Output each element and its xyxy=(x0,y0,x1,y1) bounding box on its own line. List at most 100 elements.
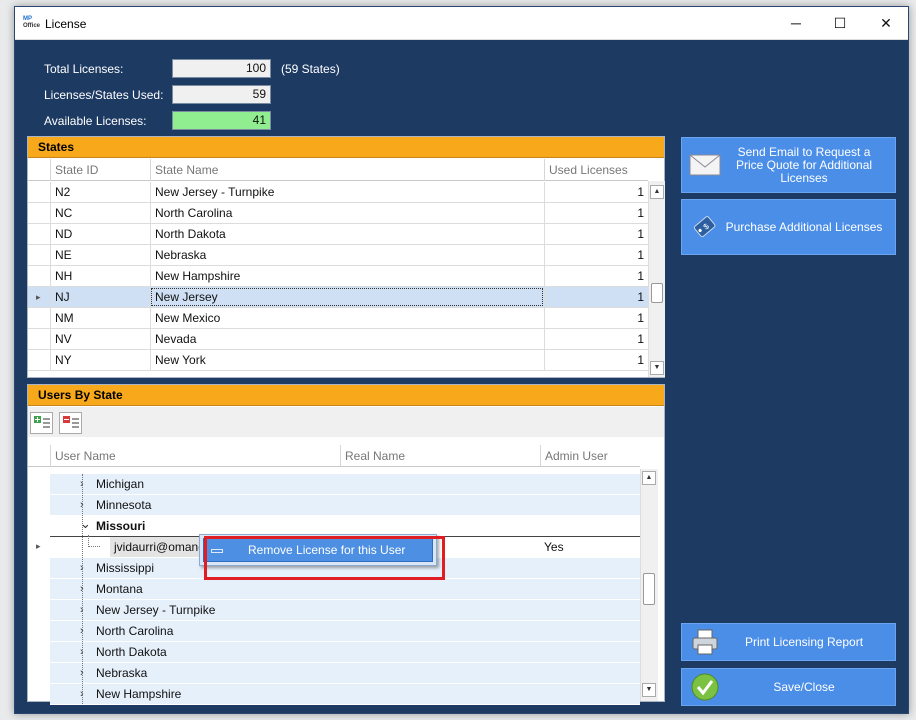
state-name-cell: New Mexico xyxy=(150,308,544,328)
state-id-cell: NM xyxy=(50,308,150,328)
state-node[interactable]: › Nebraska xyxy=(50,663,640,684)
state-node[interactable]: › Minnesota xyxy=(50,495,640,516)
users-toolbar xyxy=(28,407,664,437)
highlight-annotation xyxy=(204,536,445,580)
send-email-button[interactable]: Send Email to Request a Price Quote for … xyxy=(681,137,896,193)
tree-guide-line xyxy=(82,474,83,704)
title-bar: MP Office License ─ ☐ ✕ xyxy=(15,7,908,40)
expand-all-icon xyxy=(34,416,50,428)
state-used-cell: 1 xyxy=(544,329,648,349)
state-id-cell: NH xyxy=(50,266,150,286)
col-state-name[interactable]: State Name xyxy=(150,159,544,181)
license-window: MP Office License ─ ☐ ✕ Total Licenses: 1… xyxy=(14,6,909,714)
close-button[interactable]: ✕ xyxy=(863,7,909,39)
save-close-button[interactable]: Save/Close xyxy=(681,668,896,706)
available-licenses-field: 41 xyxy=(172,111,271,130)
state-node[interactable]: › Montana xyxy=(50,579,640,600)
col-admin-user[interactable]: Admin User xyxy=(540,445,640,467)
minimize-button[interactable]: ─ xyxy=(773,7,819,39)
state-node[interactable]: › New Jersey - Turnpike xyxy=(50,600,640,621)
users-grid-header: User Name Real Name Admin User xyxy=(28,445,640,467)
state-used-cell: 1 xyxy=(544,182,648,202)
state-name-cell: New Jersey - Turnpike xyxy=(150,182,544,202)
state-name-cell: New Hampshire xyxy=(150,266,544,286)
state-id-cell: N2 xyxy=(50,182,150,202)
close-icon: ✕ xyxy=(880,14,892,31)
state-node-label: Nebraska xyxy=(96,666,148,680)
scroll-down-icon[interactable]: ▼ xyxy=(650,361,664,375)
scroll-down-icon[interactable]: ▼ xyxy=(642,683,656,697)
licenses-used-label: Licenses/States Used: xyxy=(44,88,164,102)
purchase-licenses-button[interactable]: $ Purchase Additional Licenses xyxy=(681,199,896,255)
state-id-cell: NY xyxy=(50,350,150,370)
purchase-licenses-label: Purchase Additional Licenses xyxy=(725,219,883,234)
app-icon: MP Office xyxy=(23,16,41,29)
states-grid-header: State ID State Name Used Licenses xyxy=(28,159,648,181)
states-panel-title: States xyxy=(28,137,664,158)
state-name-cell: Nebraska xyxy=(150,245,544,265)
state-node-label: Mississippi xyxy=(96,561,155,575)
state-node[interactable]: › Michigan xyxy=(50,474,640,495)
state-node-label: Missouri xyxy=(96,519,146,533)
maximize-button[interactable]: ☐ xyxy=(817,7,863,39)
state-row[interactable]: NC North Carolina 1 xyxy=(28,203,648,224)
checkmark-icon xyxy=(685,670,725,704)
scroll-thumb[interactable] xyxy=(643,573,655,605)
state-node-label: North Carolina xyxy=(96,624,174,638)
state-used-cell: 1 xyxy=(544,245,648,265)
state-node[interactable]: › North Carolina xyxy=(50,621,640,642)
state-row[interactable]: NY New York 1 xyxy=(28,350,648,371)
scroll-up-icon[interactable]: ▲ xyxy=(642,471,656,485)
state-name-cell: New York xyxy=(150,350,544,370)
scroll-up-icon[interactable]: ▲ xyxy=(650,185,664,199)
available-licenses-label: Available Licenses: xyxy=(44,114,147,128)
state-id-cell: ND xyxy=(50,224,150,244)
state-row[interactable]: ND North Dakota 1 xyxy=(28,224,648,245)
state-row[interactable]: NE Nebraska 1 xyxy=(28,245,648,266)
col-used-licenses[interactable]: Used Licenses xyxy=(544,159,648,181)
total-licenses-field: 100 xyxy=(172,59,271,78)
state-row[interactable]: N2 New Jersey - Turnpike 1 xyxy=(28,182,648,203)
state-id-cell: NE xyxy=(50,245,150,265)
state-node-label: Minnesota xyxy=(96,498,152,512)
total-states-note: (59 States) xyxy=(281,62,340,76)
state-used-cell: 1 xyxy=(544,350,648,370)
state-node[interactable]: › North Dakota xyxy=(50,642,640,663)
window-title: License xyxy=(45,17,87,31)
expand-all-button[interactable] xyxy=(30,412,53,434)
state-name-cell: North Carolina xyxy=(150,203,544,223)
col-user-name[interactable]: User Name xyxy=(50,445,340,467)
state-node[interactable]: › New Hampshire xyxy=(50,684,640,705)
state-row[interactable]: NM New Mexico 1 xyxy=(28,308,648,329)
col-state-id[interactable]: State ID xyxy=(50,159,150,181)
print-report-button[interactable]: Print Licensing Report xyxy=(681,623,896,661)
users-panel-title: Users By State xyxy=(28,385,664,406)
collapse-all-button[interactable] xyxy=(59,412,82,434)
total-licenses-label: Total Licenses: xyxy=(44,62,124,76)
users-scrollbar[interactable]: ▲ ▼ xyxy=(640,469,658,701)
state-id-cell: NJ xyxy=(50,287,150,307)
state-row[interactable]: NH New Hampshire 1 xyxy=(28,266,648,287)
states-panel: States State ID State Name Used Licenses… xyxy=(27,136,665,378)
state-name-cell: Nevada xyxy=(150,329,544,349)
price-tag-icon: $ xyxy=(685,207,725,247)
state-name-cell: New Jersey xyxy=(150,287,544,307)
row-selector-icon: ▸ xyxy=(36,541,41,551)
print-report-label: Print Licensing Report xyxy=(744,634,864,649)
state-name-cell: North Dakota xyxy=(150,224,544,244)
send-email-label: Send Email to Request a Price Quote for … xyxy=(735,144,873,185)
state-node-label: New Jersey - Turnpike xyxy=(96,603,216,617)
maximize-icon: ☐ xyxy=(833,14,847,31)
state-node-label: Michigan xyxy=(96,477,145,491)
state-node-label: Montana xyxy=(96,582,143,596)
state-node-label: New Hampshire xyxy=(96,687,182,701)
state-row[interactable]: NV Nevada 1 xyxy=(28,329,648,350)
state-row[interactable]: ▸ NJ New Jersey 1 xyxy=(28,287,648,308)
scroll-thumb[interactable] xyxy=(651,283,663,303)
minimize-icon: ─ xyxy=(791,15,801,31)
col-real-name[interactable]: Real Name xyxy=(340,445,540,467)
tree-connector xyxy=(88,535,100,547)
states-scrollbar[interactable]: ▲ ▼ xyxy=(648,181,665,377)
state-used-cell: 1 xyxy=(544,203,648,223)
collapse-all-icon xyxy=(63,416,79,428)
